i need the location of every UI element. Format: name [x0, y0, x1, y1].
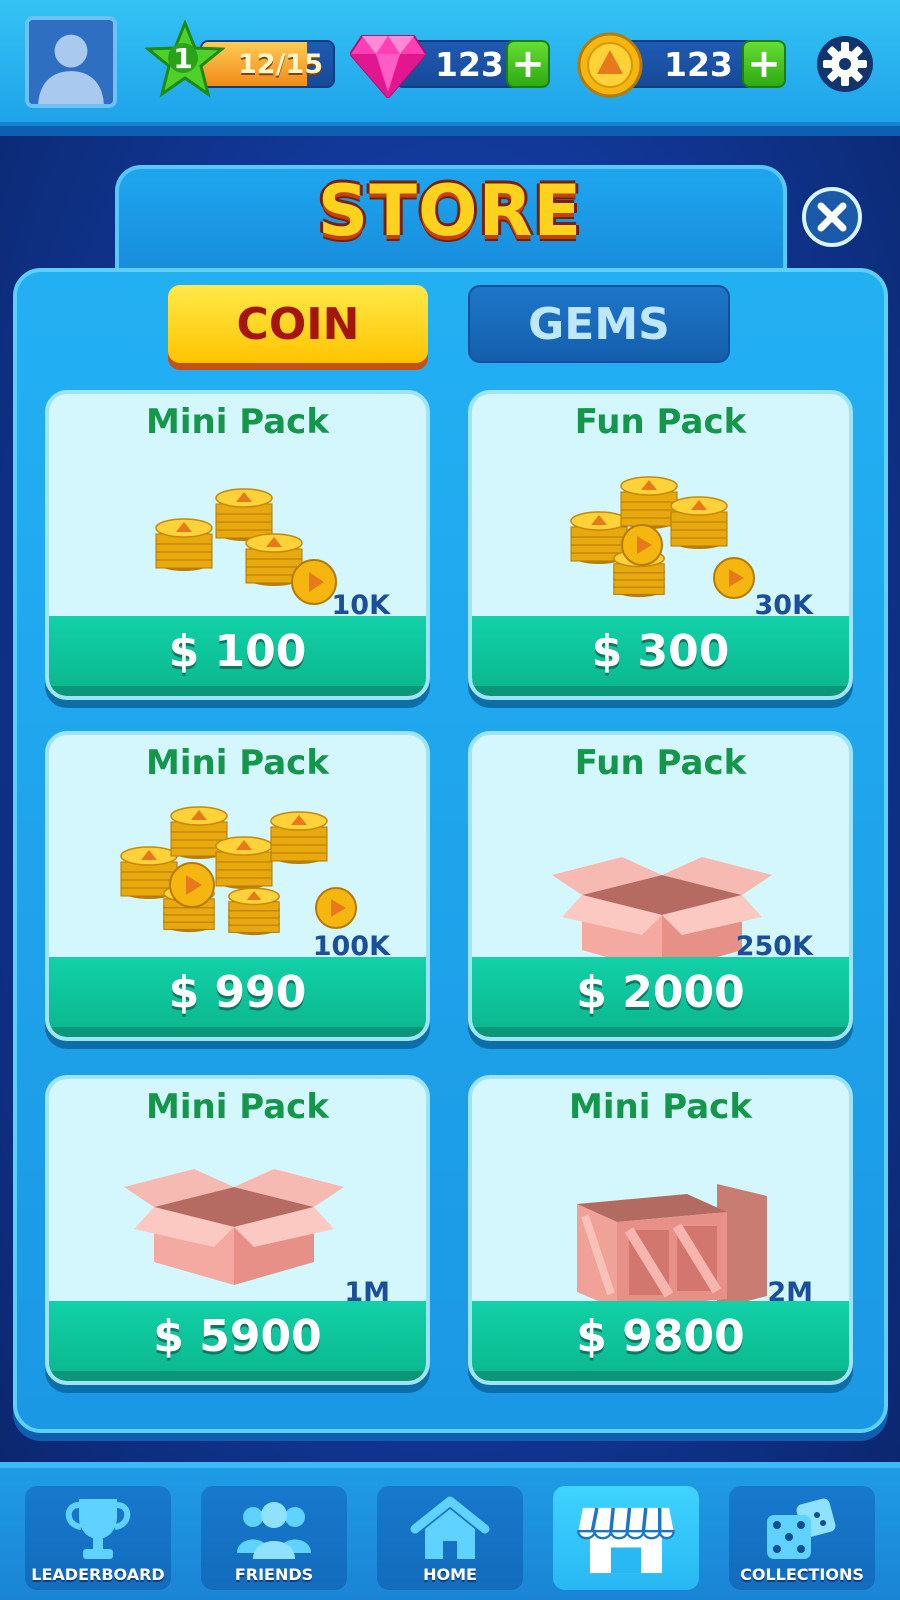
coin-pile-large-icon: [114, 790, 364, 954]
gem-icon: [350, 35, 426, 98]
trophy-icon: [65, 1499, 131, 1559]
coin-stack-medium-icon: [564, 460, 764, 614]
nav-collections[interactable]: COLLECTIONS: [729, 1486, 875, 1590]
gems-value: 123: [435, 44, 504, 84]
coin-stack-small-icon: [144, 472, 344, 616]
pack-title: Fun Pack: [574, 402, 747, 442]
nav-store[interactable]: [553, 1486, 699, 1590]
plus-icon: +: [511, 41, 545, 87]
pack-card[interactable]: Mini Pack 1M $ 5900: [45, 1075, 430, 1385]
open-box-icon: [124, 1167, 344, 1291]
pack-card[interactable]: Mini Pack 2M $ 9800: [468, 1075, 853, 1385]
close-icon: [817, 202, 847, 232]
coins-value: 123: [664, 44, 733, 84]
tab-coin[interactable]: COIN: [168, 285, 428, 363]
xp-text: 12/15: [238, 48, 324, 80]
pack-title: Mini Pack: [146, 1087, 329, 1127]
close-button[interactable]: [802, 187, 862, 247]
home-icon: [410, 1496, 490, 1559]
add-gems-button[interactable]: +: [506, 40, 550, 88]
pack-card[interactable]: Fun Pack 250K $ 2000: [468, 731, 853, 1041]
level-star-icon: 1: [145, 20, 225, 98]
nav-home[interactable]: HOME: [377, 1486, 523, 1590]
user-icon: [29, 20, 113, 104]
level-number: 1: [173, 42, 192, 75]
nav-label-home: HOME: [423, 1565, 477, 1584]
wooden-crate-icon: [567, 1174, 787, 1318]
pack-price-button[interactable]: $ 300: [472, 616, 849, 696]
add-coins-button[interactable]: +: [742, 40, 786, 88]
pack-price-button[interactable]: $ 5900: [49, 1301, 426, 1381]
pack-card[interactable]: Fun Pack 30K $ 300: [468, 390, 853, 700]
pack-card[interactable]: Mini Pack 100K $ 990: [45, 731, 430, 1041]
pack-price-button[interactable]: $ 2000: [472, 957, 849, 1037]
pack-card[interactable]: Mini Pack 10K $ 100: [45, 390, 430, 700]
pack-title: Mini Pack: [146, 743, 329, 783]
store-title: STORE: [317, 170, 583, 252]
coin-icon: [577, 32, 643, 98]
nav-leaderboard[interactable]: LEADERBOARD: [25, 1486, 171, 1590]
player-avatar[interactable]: [25, 16, 117, 108]
nav-label-collections: COLLECTIONS: [740, 1565, 864, 1584]
pack-price-button[interactable]: $ 100: [49, 616, 426, 696]
pack-title: Mini Pack: [569, 1087, 752, 1127]
settings-gear-icon[interactable]: [816, 35, 874, 93]
plus-icon: +: [747, 41, 781, 87]
pack-price-button[interactable]: $ 990: [49, 957, 426, 1037]
nav-label-friends: FRIENDS: [234, 1565, 314, 1584]
pack-price-button[interactable]: $ 9800: [472, 1301, 849, 1381]
friends-icon: [237, 1502, 311, 1559]
pack-title: Fun Pack: [574, 743, 747, 783]
nav-label-leaderboard: LEADERBOARD: [31, 1565, 165, 1584]
store-icon: [577, 1507, 675, 1574]
dice-icon: [767, 1498, 836, 1559]
nav-friends[interactable]: FRIENDS: [201, 1486, 347, 1590]
tab-gems[interactable]: GEMS: [468, 285, 730, 363]
pack-title: Mini Pack: [146, 402, 329, 442]
